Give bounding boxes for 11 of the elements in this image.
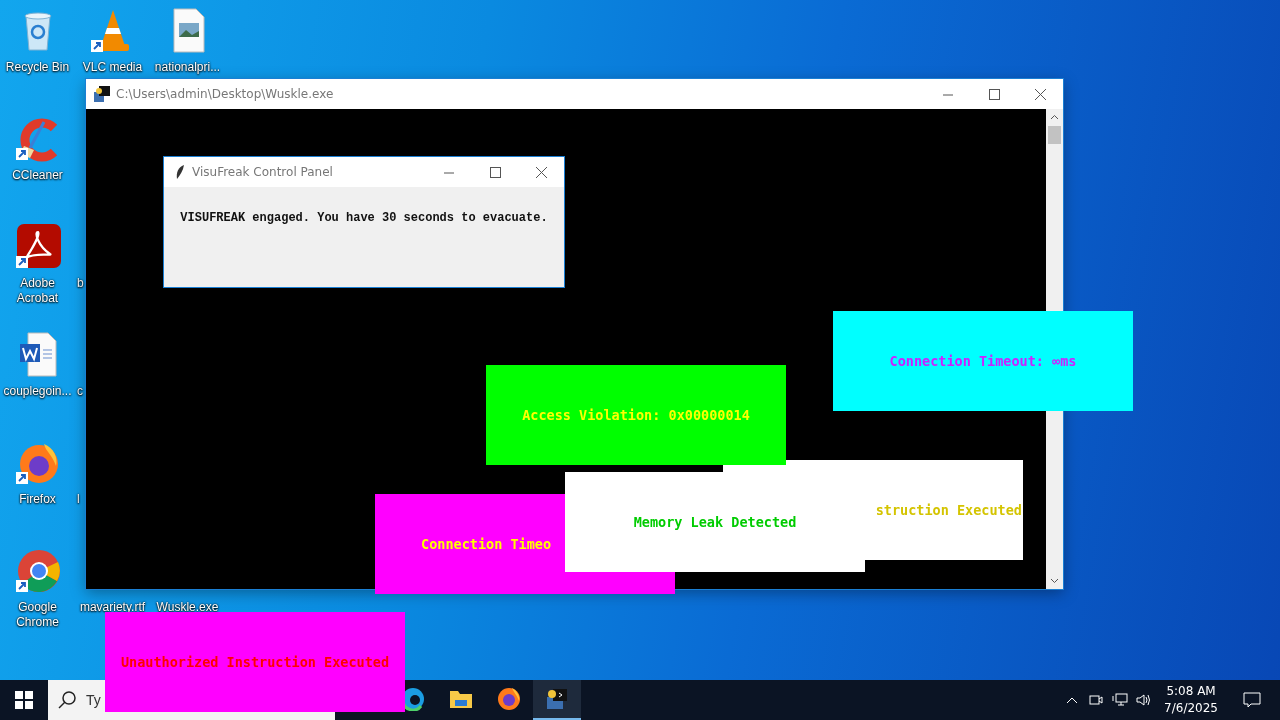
warning-message: VISUFREAK engaged. You have 30 seconds to evacuate. [179, 211, 549, 225]
clock-date: 7/6/2025 [1164, 700, 1218, 717]
clock-time: 5:08 AM [1166, 683, 1216, 700]
error-message: Connection Timeout: ∞ms [889, 353, 1077, 369]
error-message: Connection Timeo [421, 536, 552, 552]
error-message: Memory Leak Detected [633, 514, 797, 530]
window-title: VisuFreak Control Panel [192, 165, 334, 179]
error-message: struction Executed [875, 502, 1022, 518]
error-message: Unauthorized Instruction Executed [120, 654, 390, 670]
error-message: Access Violation: 0x00000014 [522, 407, 750, 423]
window-title: C:\Users\admin\Desktop\Wuskle.exe [116, 87, 335, 101]
